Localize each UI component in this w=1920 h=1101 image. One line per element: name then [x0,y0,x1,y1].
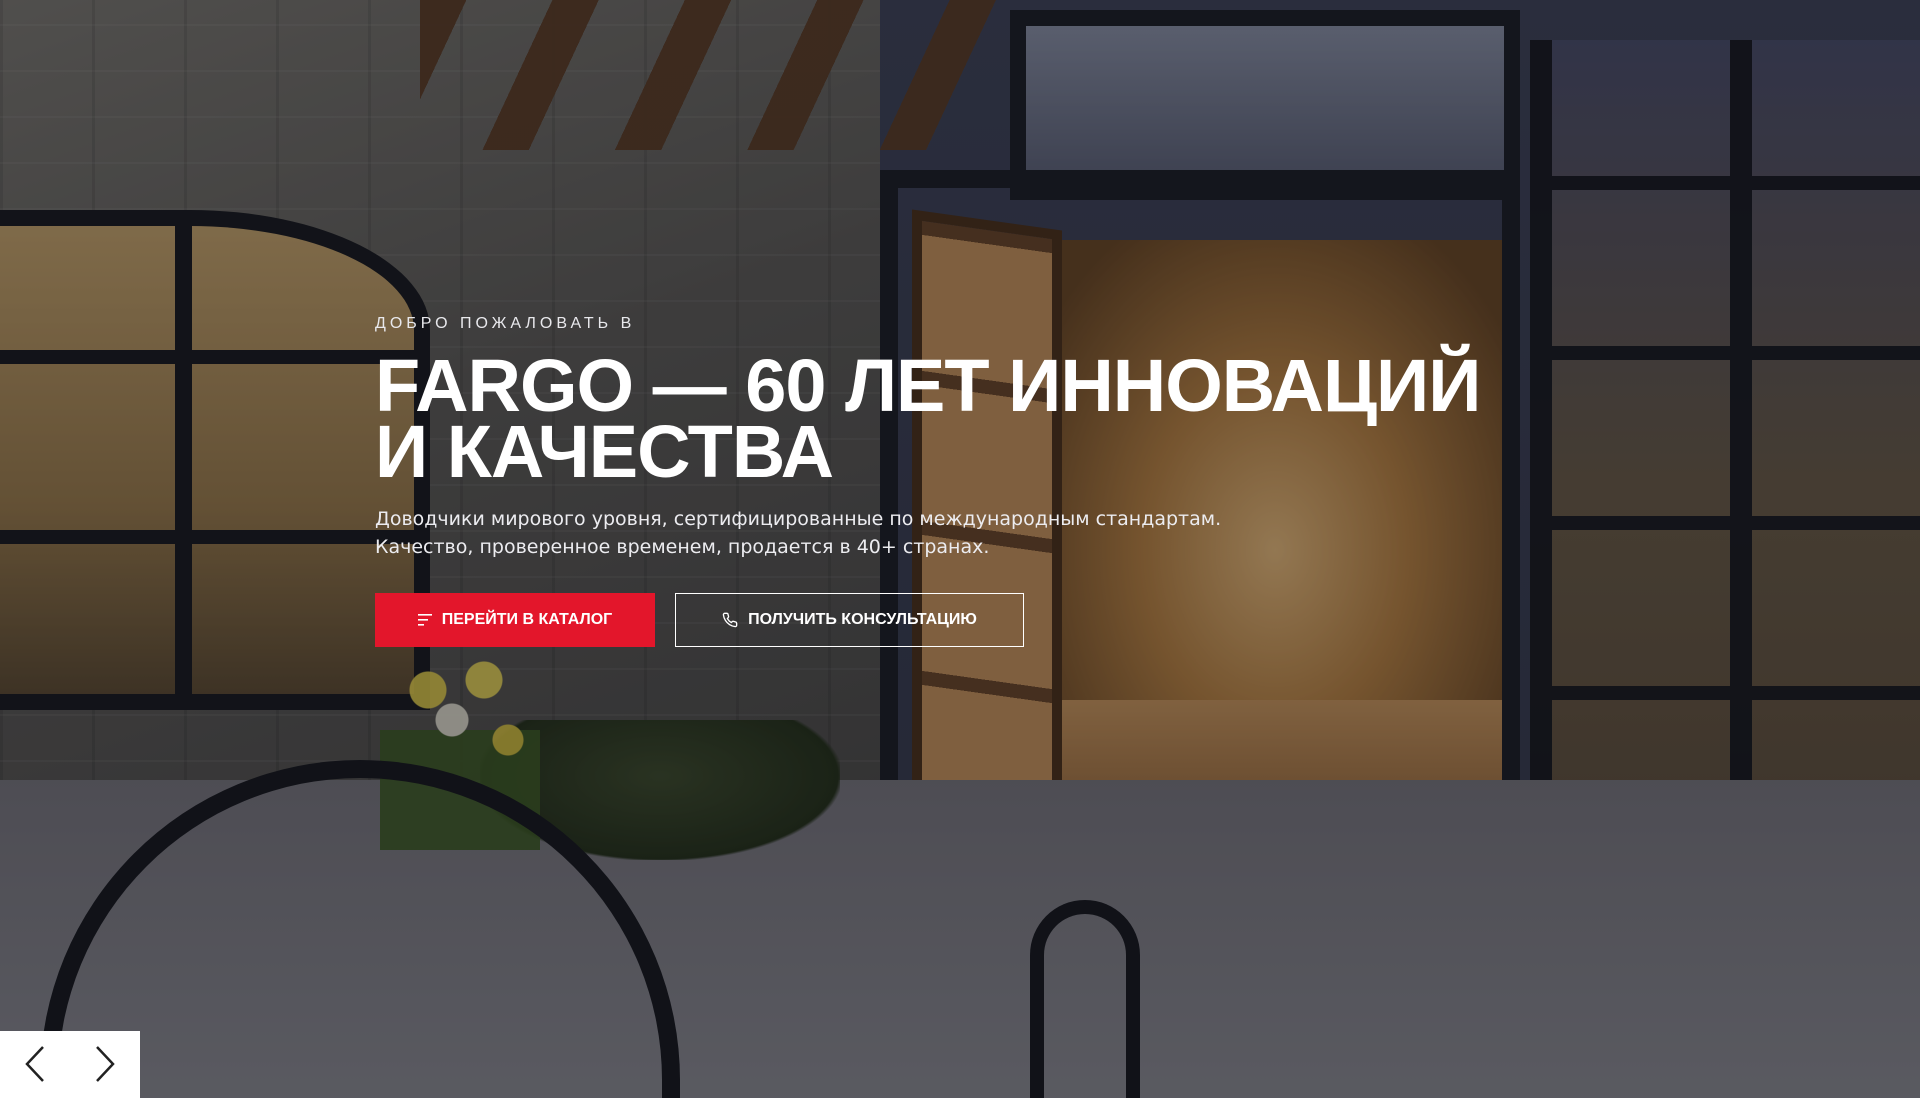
hero-subtext-line2: Качество, проверенное временем, продаетс… [375,536,990,558]
hero-banner: ДОБРО ПОЖАЛОВАТЬ В FARGO — 60 ЛЕТ ИННОВА… [0,0,1920,1101]
slider-prev-button[interactable] [10,1041,60,1091]
consultation-button-label: ПОЛУЧИТЬ КОНСУЛЬТАЦИЮ [748,611,977,628]
hero-buttons: ПЕРЕЙТИ В КАТАЛОГ ПОЛУЧИТЬ КОНСУЛЬТАЦИЮ [375,593,1535,647]
menu-lines-icon [417,614,432,626]
hero-content: ДОБРО ПОЖАЛОВАТЬ В FARGO — 60 ЛЕТ ИННОВА… [375,315,1535,647]
catalog-button[interactable]: ПЕРЕЙТИ В КАТАЛОГ [375,593,655,647]
chevron-left-icon [24,1045,46,1088]
phone-icon [722,612,738,628]
slider-next-button[interactable] [80,1041,130,1091]
hero-headline: FARGO — 60 ЛЕТ ИННОВАЦИЙ И КАЧЕСТВА [375,349,1535,489]
slider-navigation [0,1031,140,1101]
hero-eyebrow: ДОБРО ПОЖАЛОВАТЬ В [375,315,636,332]
hero-subtext-line1: Доводчики мирового уровня, сертифицирова… [375,508,1222,530]
hero-subtext: Доводчики мирового уровня, сертифицирова… [375,505,1535,561]
consultation-button[interactable]: ПОЛУЧИТЬ КОНСУЛЬТАЦИЮ [675,593,1024,647]
chevron-right-icon [94,1045,116,1088]
hero-headline-line2: И КАЧЕСТВА [375,410,834,493]
catalog-button-label: ПЕРЕЙТИ В КАТАЛОГ [441,611,613,628]
